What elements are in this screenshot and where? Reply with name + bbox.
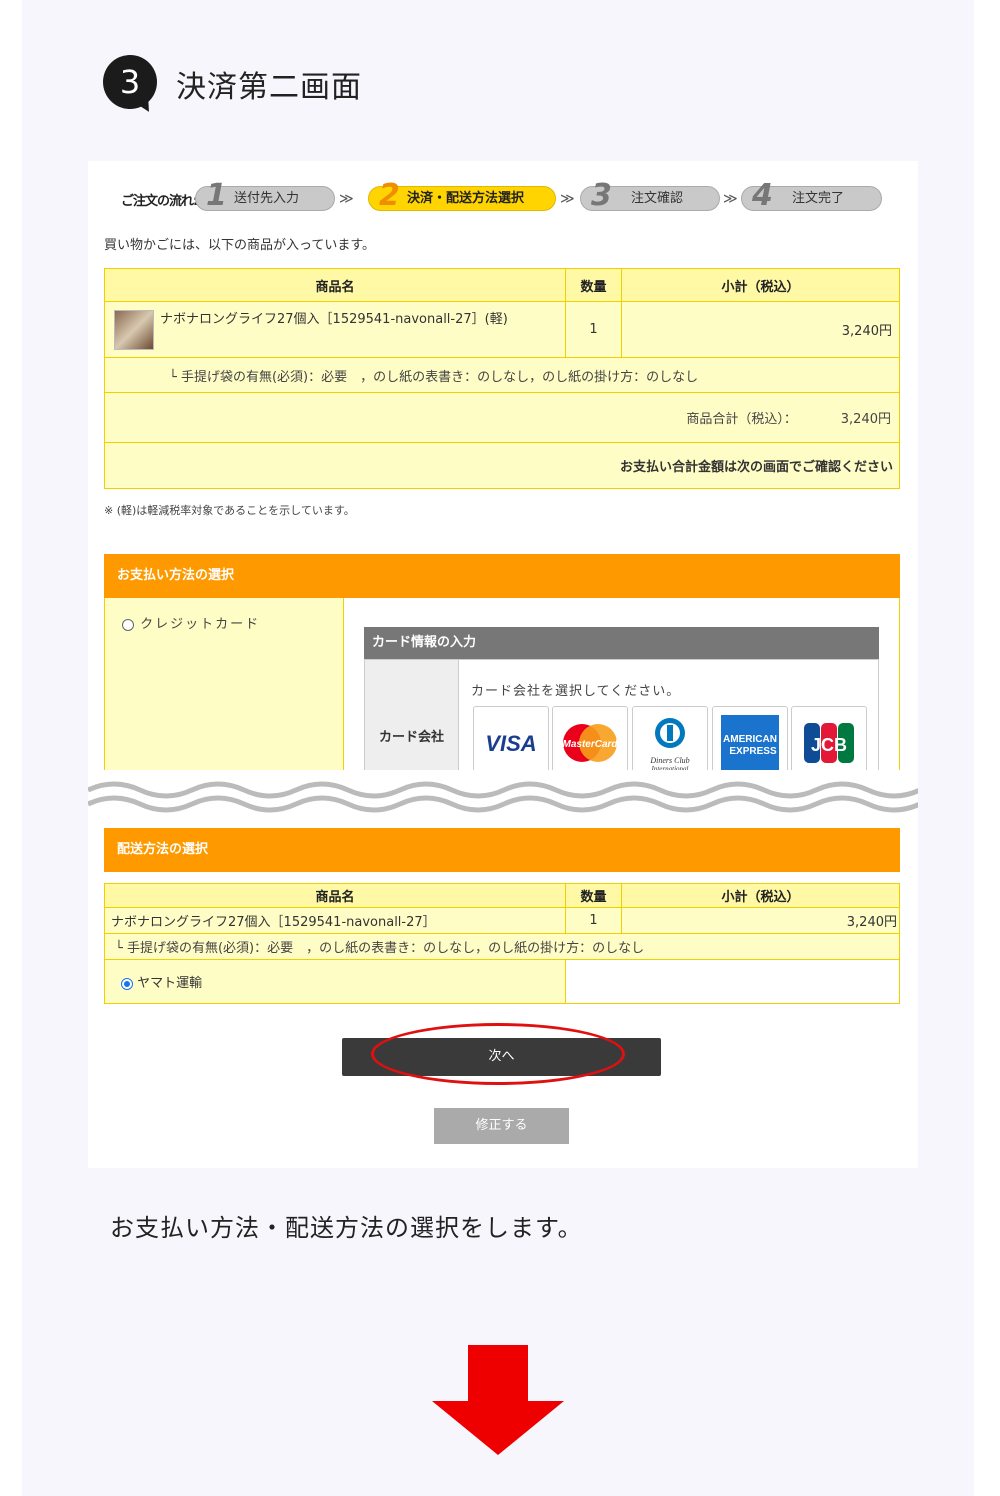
shipping-heading: 配送方法の選択 — [104, 828, 900, 872]
product-name: ナボナロングライフ27個入［1529541-navonall-27］(軽) — [160, 312, 508, 327]
highlight-ellipse — [371, 1023, 625, 1085]
step-number-badge: 3 — [103, 55, 157, 109]
table-row: ナボナロングライフ27個入［1529541-navonall-27］(軽) 1 … — [104, 301, 900, 358]
diners-icon: Diners ClubInternational — [649, 718, 690, 770]
visa-icon: VISA — [485, 731, 536, 756]
visa-logo[interactable]: VISA — [473, 706, 549, 770]
col-header-subtotal: 小計（税込） — [621, 268, 900, 302]
payment-box: クレジットカード カード情報の入力 カード会社 カード会社を選択してください。 … — [104, 598, 900, 771]
flow-step-label: 決済・配送方法選択 — [407, 191, 525, 206]
radio-icon[interactable] — [121, 977, 133, 990]
flow-step-label: 注文確認 — [631, 191, 684, 206]
payment-option-label: クレジットカード — [140, 617, 261, 632]
down-arrow-icon — [432, 1345, 564, 1455]
product-thumbnail — [114, 310, 154, 350]
flow-arrow: ≫ — [560, 191, 575, 207]
cut-wave-divider — [88, 770, 918, 813]
product-subtotal: 3,240円 — [621, 907, 900, 934]
col-header-qty: 数量 — [565, 268, 622, 302]
flow-step-1: 1 送付先入力 — [195, 179, 335, 213]
product-options: └ 手提げ袋の有無(必須)：必要 ，のし紙の表書き：のしなし，のし紙の掛け方：の… — [104, 933, 900, 960]
confirm-note: お支払い合計金額は次の画面でご確認ください — [104, 442, 900, 489]
cart-intro: 買い物かごには、以下の商品が入っています。 — [104, 238, 376, 253]
card-instruction: カード会社を選択してください。 — [471, 684, 681, 699]
flow-arrow: ≫ — [723, 191, 738, 207]
flow-step-label: 送付先入力 — [234, 191, 300, 206]
col-header-name: 商品名 — [104, 883, 566, 908]
flow-step-number: 3 — [591, 178, 612, 213]
table-row: ヤマト運輸 — [104, 959, 900, 1004]
screenshot-panel: ご注文の流れ: 1 送付先入力 ≫ 2 決済・配送方法選択 ≫ 3 注文確認 ≫… — [88, 161, 918, 1168]
step-title: 決済第二画面 — [176, 70, 362, 105]
svg-text:AMERICAN: AMERICAN — [723, 734, 777, 745]
product-options: └ 手提げ袋の有無(必須)：必要 ，のし紙の表書き：のしなし，のし紙の掛け方：の… — [104, 357, 900, 393]
step-caption: お支払い方法・配送方法の選択をします。 — [110, 1214, 583, 1242]
radio-icon[interactable] — [122, 618, 134, 631]
payment-option-credit[interactable]: クレジットカード — [122, 613, 260, 632]
product-qty: 1 — [565, 907, 622, 934]
amex-icon: AMERICANEXPRESS — [721, 715, 779, 770]
table-row: ナボナロングライフ27個入［1529541-navonall-27］ 1 3,2… — [104, 907, 900, 934]
mastercard-logo[interactable]: MasterCard — [552, 706, 628, 770]
table-row: 商品合計（税込）： 3,240円 — [104, 392, 900, 443]
flow-step-number: 2 — [379, 178, 400, 213]
col-header-subtotal: 小計（税込） — [621, 883, 900, 908]
order-flow: ご注文の流れ: 1 送付先入力 ≫ 2 決済・配送方法選択 ≫ 3 注文確認 ≫… — [121, 171, 901, 213]
flow-step-label: 注文完了 — [792, 191, 845, 206]
cart-table: 商品名 数量 小計（税込） ナボナロングライフ27個入［1529541-navo… — [104, 268, 900, 489]
payment-heading: お支払い方法の選択 — [104, 554, 900, 598]
footnote: ※ (軽)は軽減税率対象であることを示しています。 — [104, 504, 355, 517]
flow-step-3: 3 注文確認 — [580, 179, 720, 213]
svg-text:Diners Club: Diners Club — [649, 756, 689, 765]
product-qty: 1 — [565, 301, 622, 358]
diners-logo[interactable]: Diners Club International — [632, 706, 708, 770]
col-header-qty: 数量 — [565, 883, 622, 908]
jcb-logo[interactable]: JCB — [791, 706, 867, 770]
card-info-heading: カード情報の入力 — [364, 627, 879, 659]
shipping-method-yamato[interactable]: ヤマト運輸 — [104, 959, 566, 1004]
flow-arrow: ≫ — [339, 191, 354, 207]
table-row: お支払い合計金額は次の画面でご確認ください — [104, 442, 900, 489]
shipping-method-label: ヤマト運輸 — [137, 976, 203, 991]
shipping-table: 商品名 数量 小計（税込） ナボナロングライフ27個入［1529541-navo… — [104, 883, 900, 1004]
total-label: 商品合計（税込）： — [686, 412, 797, 427]
flow-step-number: 4 — [752, 178, 773, 213]
card-company-label: カード会社 — [365, 660, 459, 770]
svg-text:MasterCard: MasterCard — [562, 739, 618, 750]
svg-text:JCB: JCB — [811, 735, 847, 755]
mastercard-icon: MasterCard — [562, 724, 618, 762]
table-row: └ 手提げ袋の有無(必須)：必要 ，のし紙の表書き：のしなし，のし紙の掛け方：の… — [104, 933, 900, 960]
col-header-name: 商品名 — [104, 268, 566, 302]
fix-button[interactable]: 修正する — [434, 1108, 569, 1144]
svg-text:EXPRESS: EXPRESS — [729, 746, 777, 757]
product-subtotal: 3,240円 — [621, 301, 900, 358]
table-row: └ 手提げ袋の有無(必須)：必要 ，のし紙の表書き：のしなし，のし紙の掛け方：の… — [104, 357, 900, 393]
card-info-body: カード会社 カード会社を選択してください。 VISA MasterCard Di… — [364, 659, 879, 770]
flow-step-2: 2 決済・配送方法選択 — [368, 179, 556, 213]
total-value: 3,240円 — [840, 412, 891, 427]
product-name: ナボナロングライフ27個入［1529541-navonall-27］ — [104, 907, 566, 934]
flow-step-4: 4 注文完了 — [741, 179, 882, 213]
svg-text:VISA: VISA — [485, 731, 536, 756]
amex-logo[interactable]: AMERICAN EXPRESS — [712, 706, 788, 770]
flow-step-number: 1 — [206, 178, 227, 213]
jcb-icon: JCB — [804, 723, 854, 763]
flow-label: ご注文の流れ: — [121, 194, 198, 209]
